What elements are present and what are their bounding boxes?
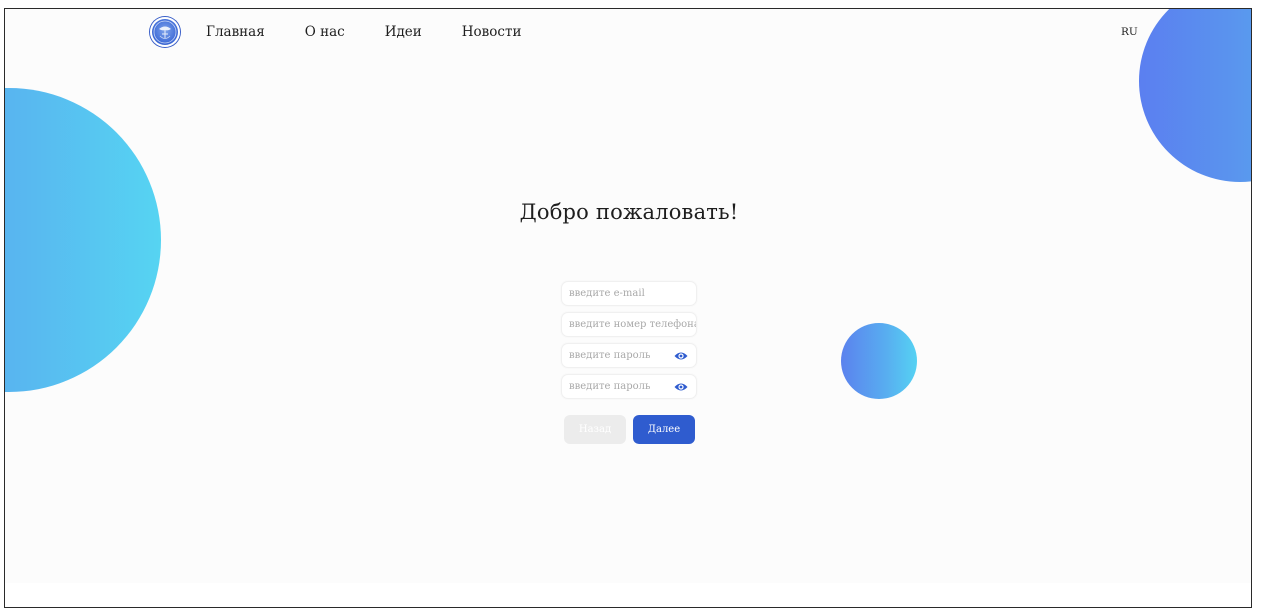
decorative-circle-left — [5, 88, 161, 392]
form-buttons: Назад Далее — [564, 415, 695, 444]
phone-field[interactable] — [562, 313, 696, 336]
password-confirm-field-wrapper — [561, 374, 697, 399]
top-navigation: Главная О нас Идеи Новости RU — [5, 9, 1251, 57]
page-bottom-strip — [5, 583, 1251, 607]
nav-link-about[interactable]: О нас — [305, 23, 345, 41]
registration-form: Назад Далее — [561, 281, 697, 444]
password-field-wrapper — [561, 343, 697, 368]
next-button[interactable]: Далее — [633, 415, 695, 444]
eye-icon[interactable] — [674, 381, 688, 393]
page-frame: Главная О нас Идеи Новости RU Добро пожа… — [4, 8, 1252, 608]
phone-field-wrapper — [561, 312, 697, 337]
logo-icon[interactable] — [150, 17, 180, 47]
nav-links: Главная О нас Идеи Новости — [206, 23, 561, 41]
emblem-icon — [153, 20, 177, 44]
eye-icon[interactable] — [674, 350, 688, 362]
decorative-circle-middle — [841, 323, 917, 399]
nav-link-home[interactable]: Главная — [206, 23, 265, 41]
nav-link-ideas[interactable]: Идеи — [385, 23, 422, 41]
back-button[interactable]: Назад — [564, 415, 626, 444]
page-title: Добро пожаловать! — [519, 200, 739, 224]
email-field[interactable] — [562, 282, 696, 305]
nav-link-news[interactable]: Новости — [462, 23, 522, 41]
email-field-wrapper — [561, 281, 697, 306]
language-switcher[interactable]: RU — [1121, 26, 1138, 38]
